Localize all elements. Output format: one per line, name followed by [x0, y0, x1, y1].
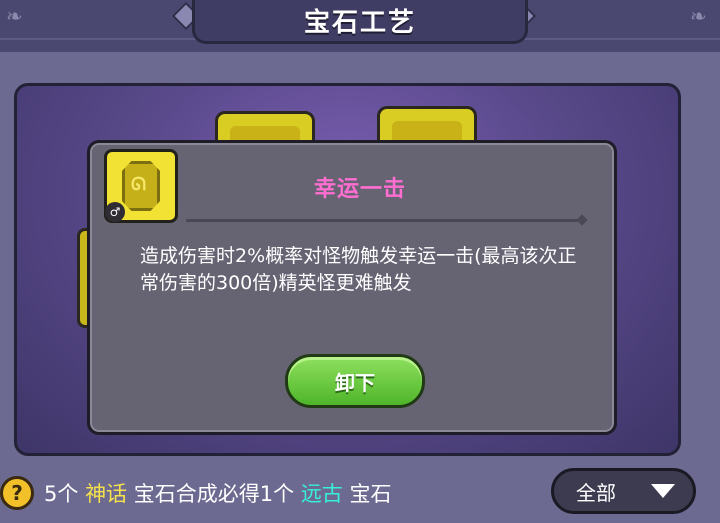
dialog-divider: [186, 219, 582, 222]
hint-suffix: 宝石: [349, 482, 392, 506]
top-bar: ❧ ❧ 宝石工艺: [0, 0, 720, 52]
dropdown-arrow-icon: [651, 484, 675, 498]
gem-detail-dialog: ᘏ ♂ 幸运一击 造成伤害时2%概率对怪物触发幸运一击(最高该次正常伤害的300…: [87, 140, 617, 435]
swirl-icon: ᘏ: [131, 174, 146, 195]
skill-name: 幸运一击: [313, 177, 406, 202]
gem-icon: ᘏ ♂: [104, 149, 178, 223]
hint-mythic: 神话: [85, 482, 128, 506]
hint-prefix: 5个: [44, 482, 79, 506]
hint-middle: 宝石合成必得1个: [133, 482, 295, 506]
synthesis-hint: 5个 神话 宝石合成必得1个 远古 宝石: [44, 478, 392, 508]
filter-label: 全部: [576, 480, 616, 505]
hint-ancient: 远古: [300, 482, 343, 506]
page-title: 宝石工艺: [192, 0, 528, 44]
skill-description: 造成伤害时2%概率对怪物触发幸运一击(最高该次正常伤害的300倍)精英怪更难触发: [140, 245, 577, 294]
male-badge-icon: ♂: [105, 202, 125, 222]
help-icon[interactable]: ?: [0, 476, 34, 510]
unequip-button[interactable]: 卸下: [285, 354, 425, 408]
filter-dropdown[interactable]: 全部: [551, 468, 696, 514]
right-leaf-icon: ❧: [690, 4, 707, 28]
left-leaf-icon: ❧: [6, 4, 23, 28]
